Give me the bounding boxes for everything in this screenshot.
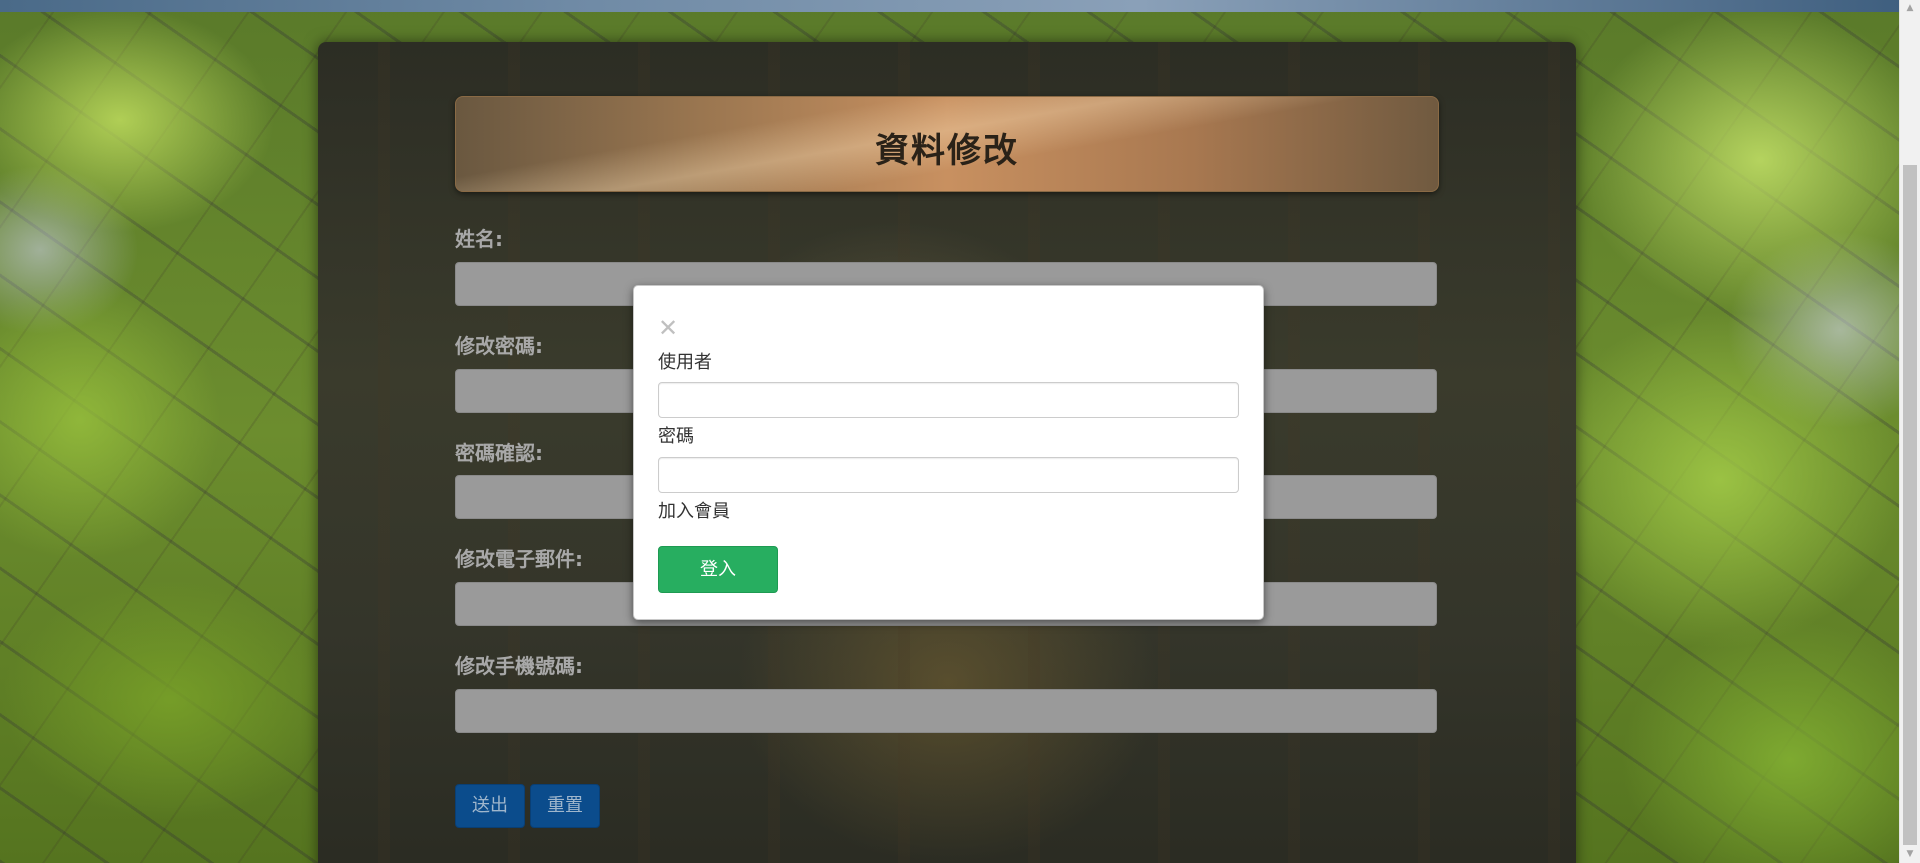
- page-viewport: 資料修改 姓名: 修改密碼: 密碼確認: 修改電子郵件: 修改手機號碼: 送出 …: [0, 0, 1920, 863]
- login-modal: ✕ 使用者 密碼 加入會員 登入: [633, 285, 1264, 620]
- title-banner: 資料修改: [455, 96, 1439, 192]
- scroll-thumb[interactable]: [1903, 165, 1917, 845]
- scroll-down-arrow-icon[interactable]: ▼: [1900, 846, 1920, 863]
- new-email-label: 修改電子郵件:: [455, 547, 583, 571]
- page-title: 資料修改: [875, 131, 1019, 171]
- scroll-up-arrow-icon[interactable]: ▲: [1900, 0, 1920, 17]
- new-phone-input[interactable]: [455, 689, 1437, 733]
- login-button[interactable]: 登入: [658, 546, 778, 593]
- username-input[interactable]: [658, 382, 1239, 418]
- vertical-scrollbar[interactable]: ▲ ▼: [1899, 0, 1920, 863]
- name-label: 姓名:: [455, 227, 503, 251]
- password-label: 密碼: [658, 426, 694, 447]
- reset-button[interactable]: 重置: [530, 784, 600, 828]
- confirm-password-label: 密碼確認:: [455, 441, 543, 465]
- register-link[interactable]: 加入會員: [658, 497, 730, 523]
- top-strip: [0, 0, 1900, 12]
- close-icon[interactable]: ✕: [658, 316, 678, 340]
- new-phone-label: 修改手機號碼:: [455, 654, 583, 678]
- password-input[interactable]: [658, 457, 1239, 493]
- new-password-label: 修改密碼:: [455, 334, 543, 358]
- submit-button[interactable]: 送出: [455, 784, 525, 828]
- username-label: 使用者: [658, 352, 712, 373]
